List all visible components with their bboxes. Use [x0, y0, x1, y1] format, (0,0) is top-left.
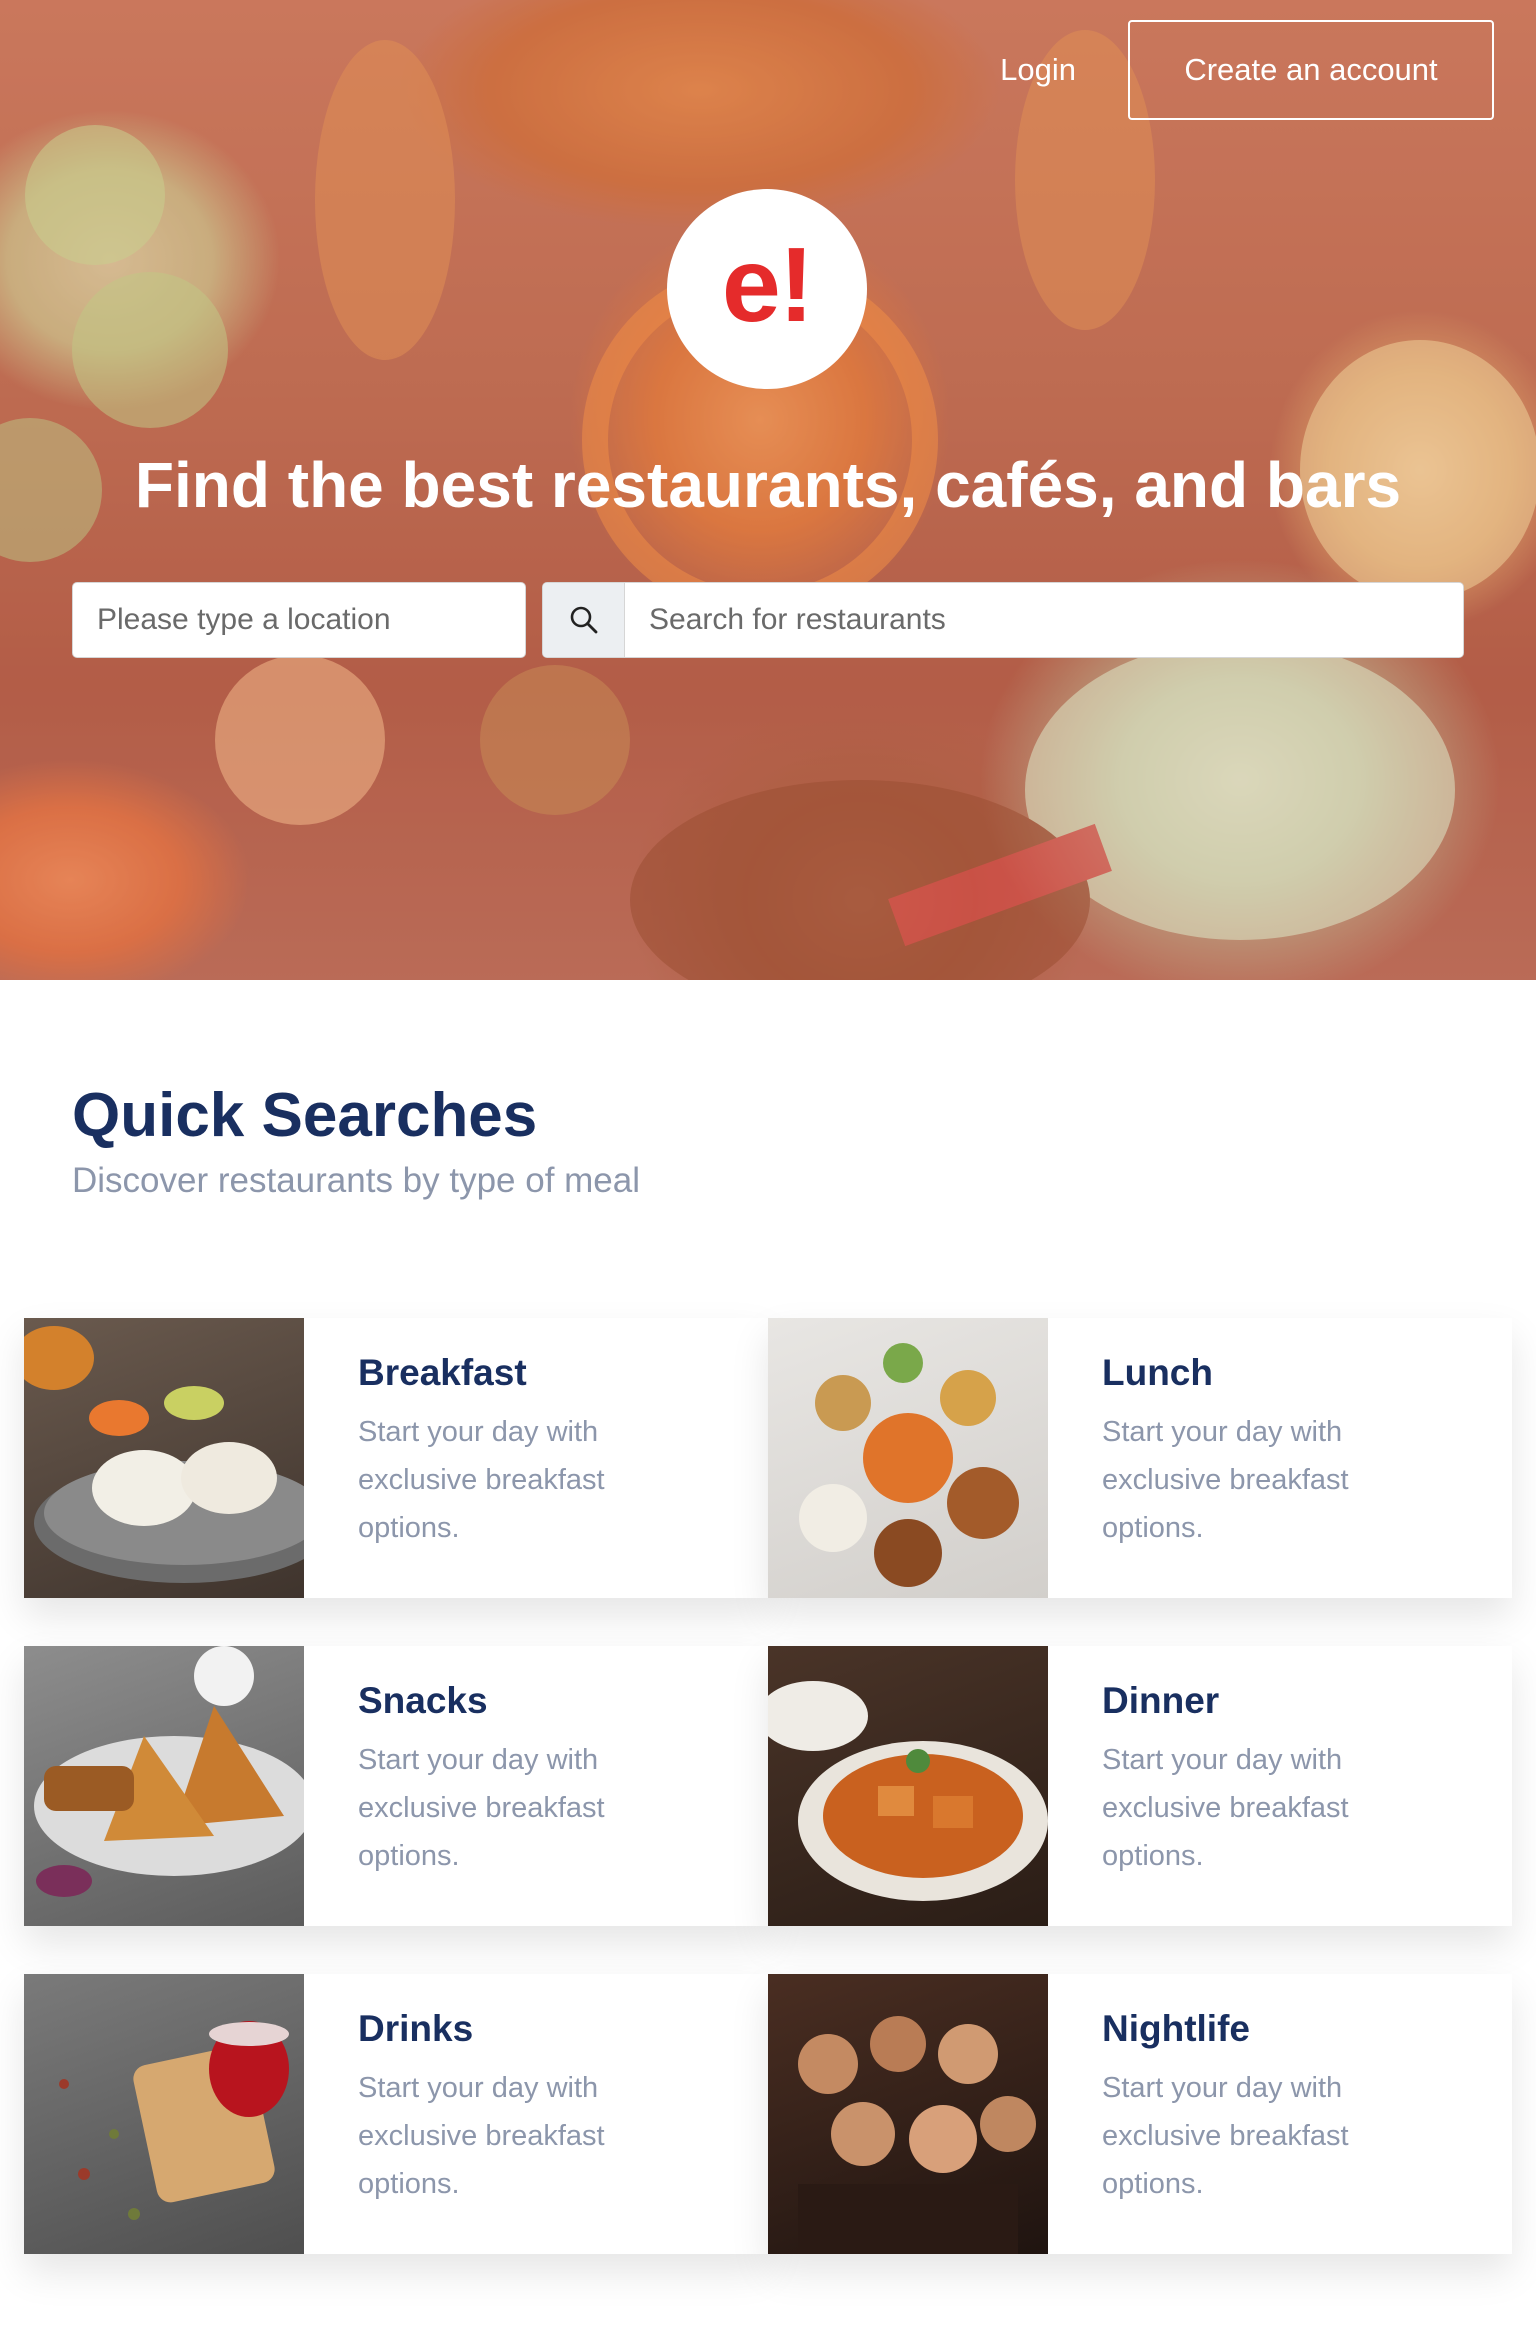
- card-title: Nightlife: [1102, 2008, 1250, 2049]
- drinks-image: [24, 1974, 304, 2254]
- card-title: Dinner: [1102, 1680, 1220, 1721]
- restaurant-search-group: [542, 582, 1464, 658]
- apple-shape: [25, 125, 165, 265]
- section-subtitle: Discover restaurants by type of meal: [72, 1161, 641, 1200]
- glass-shape: [480, 665, 630, 815]
- location-input[interactable]: [72, 582, 526, 658]
- meal-card-drinks[interactable]: Drinks Start your day with exclusive bre…: [24, 1974, 768, 2254]
- quick-searches-header: Quick Searches Discover restaurants by t…: [72, 1080, 640, 1201]
- meal-card-snacks[interactable]: Snacks Start your day with exclusive bre…: [24, 1646, 768, 1926]
- card-description: Start your day with exclusive breakfast …: [358, 1416, 605, 1544]
- lunch-image: [768, 1318, 1048, 1598]
- top-navigation: Login Create an account: [1000, 20, 1494, 120]
- card-title: Drinks: [358, 2008, 474, 2049]
- dinner-image: [768, 1646, 1048, 1926]
- logo-text: e!: [721, 225, 814, 344]
- snacks-image: [24, 1646, 304, 1926]
- card-body: Dinner Start your day with exclusive bre…: [1048, 1646, 1402, 1926]
- login-link[interactable]: Login: [1000, 52, 1076, 88]
- apple-shape: [72, 272, 228, 428]
- card-body: Drinks Start your day with exclusive bre…: [304, 1974, 658, 2254]
- card-title: Snacks: [358, 1680, 488, 1721]
- card-description: Start your day with exclusive breakfast …: [358, 1744, 605, 1872]
- card-description: Start your day with exclusive breakfast …: [358, 2072, 605, 2200]
- arm-shape: [315, 40, 455, 360]
- card-body: Lunch Start your day with exclusive brea…: [1048, 1318, 1402, 1598]
- site-logo: e!: [667, 189, 867, 389]
- glass-shape: [215, 655, 385, 825]
- nightlife-image: [768, 1974, 1048, 2254]
- card-body: Nightlife Start your day with exclusive …: [1048, 1974, 1402, 2254]
- section-title: Quick Searches: [72, 1081, 538, 1150]
- breakfast-image: [24, 1318, 304, 1598]
- meal-card-lunch[interactable]: Lunch Start your day with exclusive brea…: [768, 1318, 1512, 1598]
- meal-type-grid: Breakfast Start your day with exclusive …: [24, 1318, 1512, 2254]
- meal-card-dinner[interactable]: Dinner Start your day with exclusive bre…: [768, 1646, 1512, 1926]
- create-account-button[interactable]: Create an account: [1128, 20, 1494, 120]
- search-bar: [72, 582, 1464, 658]
- meal-card-breakfast[interactable]: Breakfast Start your day with exclusive …: [24, 1318, 768, 1598]
- meal-card-nightlife[interactable]: Nightlife Start your day with exclusive …: [768, 1974, 1512, 2254]
- card-description: Start your day with exclusive breakfast …: [1102, 2072, 1349, 2200]
- search-icon[interactable]: [543, 583, 625, 657]
- restaurant-search-input[interactable]: [625, 583, 1463, 657]
- card-body: Snacks Start your day with exclusive bre…: [304, 1646, 658, 1926]
- card-body: Breakfast Start your day with exclusive …: [304, 1318, 658, 1598]
- card-title: Lunch: [1102, 1352, 1213, 1393]
- hero-title: Find the best restaurants, cafés, and ba…: [134, 449, 1402, 521]
- card-description: Start your day with exclusive breakfast …: [1102, 1744, 1349, 1872]
- card-title: Breakfast: [358, 1352, 527, 1393]
- hero-banner: Login Create an account e! Find the best…: [0, 0, 1536, 980]
- card-description: Start your day with exclusive breakfast …: [1102, 1416, 1349, 1544]
